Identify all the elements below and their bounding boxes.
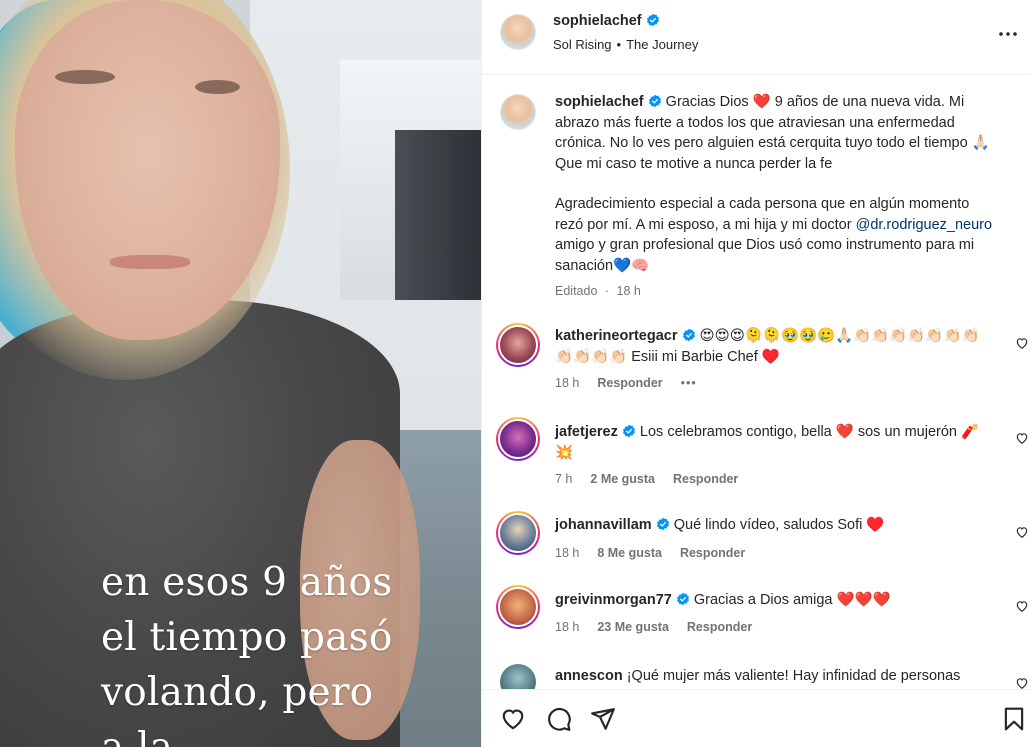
comment-like-heart-icon[interactable] bbox=[1015, 676, 1029, 689]
comment-text: katherineortegacr 😍😍😍🫠🫠🥹🥹🥲🙏🏻👏🏻👏🏻👏🏻👏🏻👏🏻👏🏻… bbox=[555, 326, 995, 367]
comment-body: ¡Qué mujer más valiente! Hay infinidad d… bbox=[626, 668, 961, 684]
comment-time[interactable]: 18 h bbox=[555, 620, 579, 634]
post-caption: sophielachef Gracias Dios ❤️ 9 años de u… bbox=[482, 90, 1031, 310]
comment-time[interactable]: 7 h bbox=[555, 472, 572, 486]
verified-badge-icon bbox=[682, 328, 695, 342]
caption-username[interactable]: sophielachef bbox=[555, 94, 644, 110]
verified-badge-icon bbox=[676, 592, 689, 606]
avatar[interactable] bbox=[500, 94, 536, 130]
more-options-icon[interactable] bbox=[996, 22, 1020, 46]
avatar[interactable] bbox=[496, 585, 540, 629]
comment-meta: 18 h 23 Me gusta Responder bbox=[555, 620, 770, 634]
share-icon[interactable] bbox=[590, 706, 616, 732]
likes-count[interactable]: 23 Me gusta bbox=[597, 620, 669, 634]
comment-item: johannavillam Qué lindo vídeo, saludos S… bbox=[482, 510, 1031, 570]
overlay-line: el tiempo pasó bbox=[101, 615, 393, 660]
edited-label: Editado bbox=[555, 284, 598, 298]
person-mouth bbox=[110, 255, 190, 269]
comment-icon[interactable] bbox=[546, 706, 572, 732]
background-curtain bbox=[395, 130, 481, 300]
comment-item: annescon ¡Qué mujer más valiente! Hay in… bbox=[482, 662, 1031, 689]
comment-text: jafetjerez Los celebramos contigo, bella… bbox=[555, 422, 995, 463]
person-eye bbox=[55, 70, 115, 84]
comments-scroll-area[interactable]: sophielachef Gracias Dios ❤️ 9 años de u… bbox=[482, 76, 1031, 689]
comment-time[interactable]: 18 h bbox=[555, 376, 579, 390]
author-username[interactable]: sophielachef bbox=[553, 13, 660, 29]
verified-badge-icon bbox=[622, 424, 635, 438]
comment-more-button[interactable]: ••• bbox=[681, 376, 697, 390]
comment-item: jafetjerez Los celebramos contigo, bella… bbox=[482, 416, 1031, 496]
verified-badge-icon bbox=[648, 94, 661, 108]
audio-info[interactable]: Sol Rising • The Journey bbox=[553, 37, 698, 52]
meta-dot: · bbox=[604, 284, 610, 298]
comment-username[interactable]: katherineortegacr bbox=[555, 328, 678, 344]
comment-meta: 7 h 2 Me gusta Responder bbox=[555, 472, 756, 486]
post-action-bar bbox=[482, 689, 1031, 747]
video-text-overlay: en esos 9 años el tiempo pasó volando, p… bbox=[101, 555, 461, 747]
comment-like-heart-icon[interactable] bbox=[1015, 336, 1029, 350]
comment-like-heart-icon[interactable] bbox=[1015, 431, 1029, 445]
author-username-text[interactable]: sophielachef bbox=[553, 13, 642, 29]
verified-badge-icon bbox=[646, 13, 659, 27]
comment-like-heart-icon[interactable] bbox=[1015, 599, 1029, 613]
overlay-line: a la bbox=[101, 720, 461, 747]
avatar[interactable] bbox=[496, 323, 540, 367]
avatar[interactable] bbox=[496, 511, 540, 555]
caption-paragraph-2: Agradecimiento especial a cada persona q… bbox=[555, 194, 995, 276]
post-media-video[interactable]: en esos 9 años el tiempo pasó volando, p… bbox=[0, 0, 481, 747]
likes-count[interactable]: 8 Me gusta bbox=[597, 546, 662, 560]
comment-username[interactable]: johannavillam bbox=[555, 517, 652, 533]
post-time[interactable]: 18 h bbox=[617, 284, 641, 298]
reply-button[interactable]: Responder bbox=[673, 472, 738, 486]
comment-text: johannavillam Qué lindo vídeo, saludos S… bbox=[555, 515, 995, 536]
avatar[interactable] bbox=[496, 417, 540, 461]
comment-body: Los celebramos contigo, bella ❤️ sos un … bbox=[555, 424, 980, 461]
heart-icon[interactable] bbox=[500, 706, 526, 732]
overlay-line: volando, pero bbox=[101, 670, 374, 715]
avatar[interactable] bbox=[500, 664, 536, 689]
bookmark-icon[interactable] bbox=[1001, 706, 1027, 732]
avatar[interactable] bbox=[500, 14, 536, 50]
likes-count[interactable]: 2 Me gusta bbox=[590, 472, 655, 486]
comment-username[interactable]: jafetjerez bbox=[555, 424, 618, 440]
post-header: sophielachef Sol Rising • The Journey bbox=[482, 0, 1031, 75]
reply-button[interactable]: Responder bbox=[680, 546, 745, 560]
caption-part2-b: amigo y gran profesional que Dios usó co… bbox=[555, 237, 975, 274]
audio-title[interactable]: Sol Rising bbox=[553, 37, 612, 52]
reply-button[interactable]: Responder bbox=[687, 620, 752, 634]
comment-text: greivinmorgan77 Gracias a Dios amiga ❤️❤… bbox=[555, 590, 995, 611]
comment-body: Qué lindo vídeo, saludos Sofi ♥️ bbox=[673, 517, 885, 533]
comment-username[interactable]: annescon bbox=[555, 668, 623, 684]
comment-username[interactable]: greivinmorgan77 bbox=[555, 592, 672, 608]
comment-meta: 18 h 8 Me gusta Responder bbox=[555, 546, 763, 560]
comment-like-heart-icon[interactable] bbox=[1015, 525, 1029, 539]
post-side-panel: sophielachef Sol Rising • The Journey soph… bbox=[481, 0, 1031, 747]
separator-dot: • bbox=[616, 37, 622, 52]
reply-button[interactable]: Responder bbox=[597, 376, 662, 390]
verified-badge-icon bbox=[656, 517, 669, 531]
comment-body: Gracias a Dios amiga ❤️❤️❤️ bbox=[693, 592, 891, 608]
audio-artist[interactable]: The Journey bbox=[626, 37, 698, 52]
overlay-line: en esos 9 años bbox=[101, 560, 393, 605]
comment-meta: 18 h Responder ••• bbox=[555, 376, 715, 390]
person-eye bbox=[195, 80, 240, 94]
comment-text: annescon ¡Qué mujer más valiente! Hay in… bbox=[555, 666, 995, 687]
comment-item: greivinmorgan77 Gracias a Dios amiga ❤️❤… bbox=[482, 584, 1031, 644]
caption-text: sophielachef Gracias Dios ❤️ 9 años de u… bbox=[555, 92, 995, 276]
comment-time[interactable]: 18 h bbox=[555, 546, 579, 560]
mention-link[interactable]: @dr.rodriguez_neuro bbox=[856, 217, 992, 233]
comment-item: katherineortegacr 😍😍😍🫠🫠🥹🥹🥲🙏🏻👏🏻👏🏻👏🏻👏🏻👏🏻👏🏻… bbox=[482, 322, 1031, 402]
caption-meta: Editado · 18 h bbox=[555, 284, 659, 298]
